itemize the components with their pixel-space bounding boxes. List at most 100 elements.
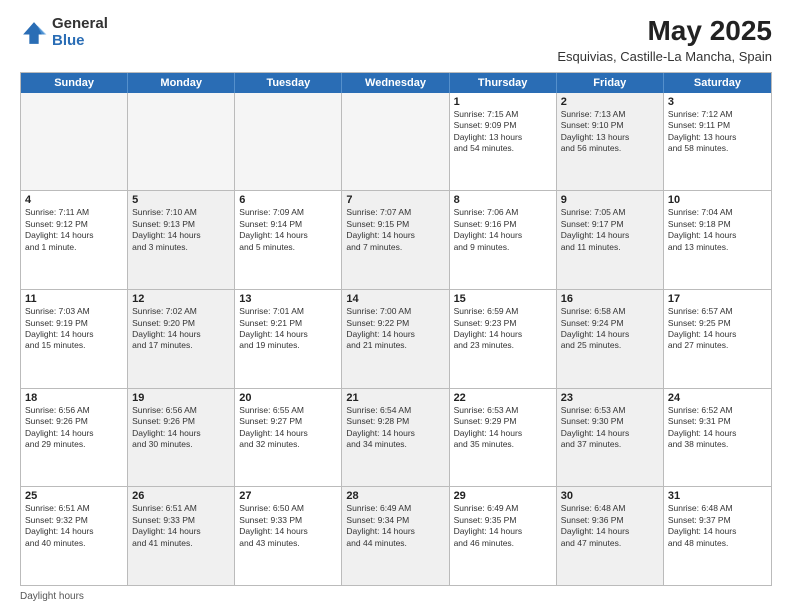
calendar: SundayMondayTuesdayWednesdayThursdayFrid… [20,72,772,586]
day-info: Sunrise: 7:09 AM Sunset: 9:14 PM Dayligh… [239,207,337,253]
day-info: Sunrise: 6:58 AM Sunset: 9:24 PM Dayligh… [561,306,659,352]
calendar-cell: 14Sunrise: 7:00 AM Sunset: 9:22 PM Dayli… [342,290,449,388]
month-title: May 2025 [557,16,772,47]
day-number: 2 [561,96,659,108]
calendar-cell: 22Sunrise: 6:53 AM Sunset: 9:29 PM Dayli… [450,389,557,487]
day-info: Sunrise: 6:50 AM Sunset: 9:33 PM Dayligh… [239,503,337,549]
footer-text: Daylight hours [20,591,84,602]
calendar-row: 25Sunrise: 6:51 AM Sunset: 9:32 PM Dayli… [21,486,771,585]
calendar-cell: 4Sunrise: 7:11 AM Sunset: 9:12 PM Daylig… [21,191,128,289]
day-info: Sunrise: 7:05 AM Sunset: 9:17 PM Dayligh… [561,207,659,253]
day-number: 20 [239,392,337,404]
day-number: 29 [454,490,552,502]
day-number: 22 [454,392,552,404]
day-number: 6 [239,194,337,206]
day-info: Sunrise: 6:53 AM Sunset: 9:29 PM Dayligh… [454,405,552,451]
day-info: Sunrise: 7:02 AM Sunset: 9:20 PM Dayligh… [132,306,230,352]
calendar-cell: 2Sunrise: 7:13 AM Sunset: 9:10 PM Daylig… [557,93,664,191]
day-number: 17 [668,293,767,305]
calendar-header-cell: Saturday [664,73,771,93]
calendar-cell: 21Sunrise: 6:54 AM Sunset: 9:28 PM Dayli… [342,389,449,487]
calendar-header-cell: Wednesday [342,73,449,93]
calendar-header: SundayMondayTuesdayWednesdayThursdayFrid… [21,73,771,93]
day-info: Sunrise: 6:53 AM Sunset: 9:30 PM Dayligh… [561,405,659,451]
day-info: Sunrise: 6:49 AM Sunset: 9:35 PM Dayligh… [454,503,552,549]
day-number: 31 [668,490,767,502]
calendar-header-cell: Friday [557,73,664,93]
calendar-row: 18Sunrise: 6:56 AM Sunset: 9:26 PM Dayli… [21,388,771,487]
calendar-cell: 1Sunrise: 7:15 AM Sunset: 9:09 PM Daylig… [450,93,557,191]
day-info: Sunrise: 7:06 AM Sunset: 9:16 PM Dayligh… [454,207,552,253]
day-info: Sunrise: 7:07 AM Sunset: 9:15 PM Dayligh… [346,207,444,253]
day-number: 9 [561,194,659,206]
day-number: 11 [25,293,123,305]
calendar-row: 1Sunrise: 7:15 AM Sunset: 9:09 PM Daylig… [21,93,771,191]
logo-general-text: General [52,15,108,32]
calendar-cell: 13Sunrise: 7:01 AM Sunset: 9:21 PM Dayli… [235,290,342,388]
day-number: 12 [132,293,230,305]
day-number: 28 [346,490,444,502]
calendar-cell: 18Sunrise: 6:56 AM Sunset: 9:26 PM Dayli… [21,389,128,487]
calendar-cell: 15Sunrise: 6:59 AM Sunset: 9:23 PM Dayli… [450,290,557,388]
calendar-header-cell: Monday [128,73,235,93]
calendar-cell [342,93,449,191]
header: General Blue May 2025 Esquivias, Castill… [20,16,772,64]
calendar-cell [235,93,342,191]
calendar-cell: 17Sunrise: 6:57 AM Sunset: 9:25 PM Dayli… [664,290,771,388]
day-number: 19 [132,392,230,404]
day-info: Sunrise: 6:48 AM Sunset: 9:37 PM Dayligh… [668,503,767,549]
day-info: Sunrise: 6:54 AM Sunset: 9:28 PM Dayligh… [346,405,444,451]
day-info: Sunrise: 6:52 AM Sunset: 9:31 PM Dayligh… [668,405,767,451]
day-number: 8 [454,194,552,206]
calendar-cell [21,93,128,191]
calendar-header-cell: Thursday [450,73,557,93]
calendar-cell: 5Sunrise: 7:10 AM Sunset: 9:13 PM Daylig… [128,191,235,289]
day-info: Sunrise: 7:10 AM Sunset: 9:13 PM Dayligh… [132,207,230,253]
calendar-cell: 6Sunrise: 7:09 AM Sunset: 9:14 PM Daylig… [235,191,342,289]
day-number: 4 [25,194,123,206]
day-info: Sunrise: 6:59 AM Sunset: 9:23 PM Dayligh… [454,306,552,352]
location: Esquivias, Castille-La Mancha, Spain [557,49,772,64]
calendar-cell: 8Sunrise: 7:06 AM Sunset: 9:16 PM Daylig… [450,191,557,289]
day-info: Sunrise: 7:00 AM Sunset: 9:22 PM Dayligh… [346,306,444,352]
calendar-cell: 20Sunrise: 6:55 AM Sunset: 9:27 PM Dayli… [235,389,342,487]
day-number: 30 [561,490,659,502]
day-info: Sunrise: 6:56 AM Sunset: 9:26 PM Dayligh… [25,405,123,451]
calendar-cell [128,93,235,191]
calendar-row: 11Sunrise: 7:03 AM Sunset: 9:19 PM Dayli… [21,289,771,388]
day-number: 13 [239,293,337,305]
footer: Daylight hours [20,591,772,602]
day-number: 23 [561,392,659,404]
day-info: Sunrise: 6:56 AM Sunset: 9:26 PM Dayligh… [132,405,230,451]
day-number: 16 [561,293,659,305]
day-info: Sunrise: 6:48 AM Sunset: 9:36 PM Dayligh… [561,503,659,549]
title-block: May 2025 Esquivias, Castille-La Mancha, … [557,16,772,64]
day-info: Sunrise: 6:49 AM Sunset: 9:34 PM Dayligh… [346,503,444,549]
day-number: 15 [454,293,552,305]
calendar-body: 1Sunrise: 7:15 AM Sunset: 9:09 PM Daylig… [21,93,771,585]
calendar-cell: 28Sunrise: 6:49 AM Sunset: 9:34 PM Dayli… [342,487,449,585]
day-number: 10 [668,194,767,206]
day-number: 5 [132,194,230,206]
day-number: 1 [454,96,552,108]
calendar-cell: 30Sunrise: 6:48 AM Sunset: 9:36 PM Dayli… [557,487,664,585]
calendar-cell: 12Sunrise: 7:02 AM Sunset: 9:20 PM Dayli… [128,290,235,388]
day-info: Sunrise: 7:04 AM Sunset: 9:18 PM Dayligh… [668,207,767,253]
calendar-cell: 3Sunrise: 7:12 AM Sunset: 9:11 PM Daylig… [664,93,771,191]
day-number: 26 [132,490,230,502]
day-info: Sunrise: 7:15 AM Sunset: 9:09 PM Dayligh… [454,109,552,155]
day-info: Sunrise: 7:11 AM Sunset: 9:12 PM Dayligh… [25,207,123,253]
calendar-row: 4Sunrise: 7:11 AM Sunset: 9:12 PM Daylig… [21,190,771,289]
day-info: Sunrise: 7:01 AM Sunset: 9:21 PM Dayligh… [239,306,337,352]
calendar-cell: 24Sunrise: 6:52 AM Sunset: 9:31 PM Dayli… [664,389,771,487]
day-info: Sunrise: 6:51 AM Sunset: 9:32 PM Dayligh… [25,503,123,549]
calendar-cell: 10Sunrise: 7:04 AM Sunset: 9:18 PM Dayli… [664,191,771,289]
calendar-header-cell: Sunday [21,73,128,93]
day-number: 27 [239,490,337,502]
day-info: Sunrise: 7:03 AM Sunset: 9:19 PM Dayligh… [25,306,123,352]
day-number: 25 [25,490,123,502]
logo-icon [20,19,48,47]
calendar-cell: 9Sunrise: 7:05 AM Sunset: 9:17 PM Daylig… [557,191,664,289]
calendar-cell: 27Sunrise: 6:50 AM Sunset: 9:33 PM Dayli… [235,487,342,585]
day-info: Sunrise: 7:12 AM Sunset: 9:11 PM Dayligh… [668,109,767,155]
